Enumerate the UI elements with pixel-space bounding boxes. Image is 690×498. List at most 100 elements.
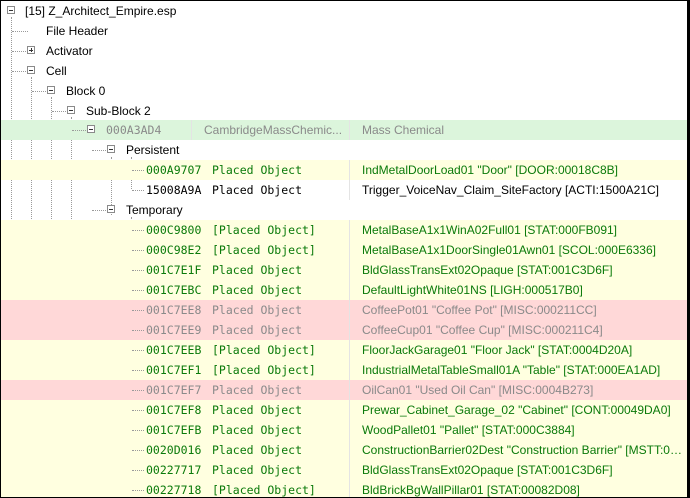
column-separator [349, 280, 350, 300]
tree-row-temporary[interactable]: Temporary [1, 200, 687, 220]
record-row[interactable]: 001C7EEB [Placed Object] FloorJackGarage01… [1, 340, 687, 360]
tree-row-activator[interactable]: Activator [1, 41, 687, 61]
collapse-toggle-icon[interactable] [7, 6, 15, 14]
column-separator [349, 220, 350, 240]
record-formid: 001C7EF8 [146, 403, 202, 417]
record-type: Placed Object [212, 463, 303, 477]
column-separator [349, 440, 350, 460]
tree-branch-line [132, 370, 144, 371]
record-type: [Placed Object] [212, 363, 316, 377]
record-row[interactable]: 001C7EF7 Placed Object OilCan01 "Used Oil … [1, 380, 687, 400]
tree-branch-line [132, 470, 144, 471]
activator-label: Activator [46, 44, 93, 58]
record-type: [Placed Object] [212, 483, 316, 497]
collapse-toggle-icon[interactable] [27, 66, 35, 74]
tree-row-block[interactable]: Block 0 [1, 81, 687, 101]
record-row[interactable]: 000A9707 Placed Object IndMetalDoorLoad01 … [1, 160, 687, 180]
collapse-toggle-icon[interactable] [67, 106, 75, 114]
tree-branch-line [132, 190, 144, 191]
tree-branch-line [52, 111, 66, 112]
tree-row-sub-block[interactable]: Sub-Block 2 [1, 101, 687, 121]
record-type: Placed Object [212, 403, 303, 417]
tree-branch-line [132, 490, 144, 491]
record-formid: 0020D016 [146, 443, 202, 457]
tree-branch-line [92, 150, 106, 151]
record-reference: BldGlassTransExt02Opaque [STAT:001C3D6F] [362, 463, 613, 477]
record-type: Placed Object [212, 263, 303, 277]
tree-branch-line [132, 170, 144, 171]
record-formid: 001C7EF7 [146, 383, 202, 397]
collapse-toggle-icon[interactable] [107, 205, 115, 213]
column-separator [349, 120, 350, 140]
collapse-toggle-icon[interactable] [87, 125, 95, 133]
cell-formid: 000A3AD4 [106, 123, 162, 137]
record-row[interactable]: 001C7EE9 Placed Object CoffeeCup01 "Coffee… [1, 320, 687, 340]
record-row[interactable]: 001C7EE8 Placed Object CoffeePot01 "Coffee… [1, 300, 687, 320]
record-reference: OilCan01 "Used Oil Can" [MISC:0004B273] [362, 383, 594, 397]
column-separator [349, 460, 350, 480]
tree-branch-line [132, 310, 144, 311]
record-type: Placed Object [212, 443, 303, 457]
record-formid: 001C7EBC [146, 283, 202, 297]
record-formid: 001C7EE9 [146, 323, 202, 337]
tree-row-cell-record[interactable]: 000A3AD4 CambridgeMassChemic... Mass Che… [1, 120, 687, 140]
record-reference: CoffeePot01 "Coffee Pot" [MISC:000211CC] [362, 303, 597, 317]
record-row[interactable]: 0020D016 Placed Object ConstructionBarrier… [1, 440, 687, 460]
column-separator [349, 480, 350, 497]
record-type: Placed Object [212, 423, 303, 437]
tree-branch-line [132, 290, 144, 291]
record-row[interactable]: 001C7EF1 [Placed Object] IndustrialMetalTa… [1, 360, 687, 380]
tree-row-persistent[interactable]: Persistent [1, 140, 687, 160]
tree-branch-line [132, 330, 144, 331]
tree-branch-line [92, 210, 106, 211]
column-separator [349, 360, 350, 380]
tree-branch-line [12, 71, 26, 72]
record-row[interactable]: 15008A9A Placed Object Trigger_VoiceNav_Cl… [1, 180, 687, 200]
record-reference: Trigger_VoiceNav_Claim_SiteFactory [ACTI… [362, 183, 660, 197]
collapse-toggle-icon[interactable] [47, 86, 55, 94]
record-row[interactable]: 001C7EFB Placed Object WoodPallet01 "Palle… [1, 420, 687, 440]
record-type: [Placed Object] [212, 243, 316, 257]
record-row[interactable]: 001C7EF8 Placed Object Prewar_Cabinet_Gara… [1, 400, 687, 420]
tree-row-root[interactable]: [15] Z_Architect_Empire.esp [1, 1, 687, 21]
record-tree-view[interactable]: [15] Z_Architect_Empire.esp File Header … [0, 0, 690, 498]
column-separator [349, 240, 350, 260]
record-formid: 00227717 [146, 463, 202, 477]
record-row[interactable]: 00227718 [Placed Object] BldBrickBgWallPil… [1, 480, 687, 497]
column-separator [349, 420, 350, 440]
tree-row-file-header[interactable]: File Header [1, 21, 687, 41]
column-separator [349, 380, 350, 400]
file-header-label: File Header [46, 24, 109, 38]
record-reference: MetalBaseA1x1WinA02Full01 [STAT:000FB091… [362, 223, 618, 237]
record-row[interactable]: 00227717 Placed Object BldGlassTransExt02O… [1, 460, 687, 480]
tree-branch-line [12, 51, 26, 52]
record-reference: IndustrialMetalTableSmall01A "Table" [ST… [362, 363, 661, 377]
record-formid: 15008A9A [146, 183, 202, 197]
expand-toggle-icon[interactable] [27, 46, 35, 54]
tree-branch-line [132, 230, 144, 231]
record-type: Placed Object [212, 183, 303, 197]
persistent-label: Persistent [126, 143, 180, 157]
record-formid: 001C7EE8 [146, 303, 202, 317]
tree-branch-line [132, 430, 144, 431]
temporary-label: Temporary [126, 203, 183, 217]
collapse-toggle-icon[interactable] [107, 145, 115, 153]
record-formid: 001C7EEB [146, 343, 202, 357]
tree-branch-line [132, 250, 144, 251]
tree-branch-line [132, 270, 144, 271]
column-separator [349, 160, 350, 180]
record-type: [Placed Object] [212, 223, 316, 237]
record-formid: 000C98E2 [146, 243, 202, 257]
record-row[interactable]: 000C98E2 [Placed Object] MetalBaseA1x1Door… [1, 240, 687, 260]
cell-editor-id: CambridgeMassChemic... [204, 123, 343, 137]
root-file-label: [15] Z_Architect_Empire.esp [25, 4, 177, 18]
column-separator [349, 300, 350, 320]
record-formid: 00227718 [146, 483, 202, 497]
record-row[interactable]: 001C7EBC Placed Object DefaultLightWhite01… [1, 280, 687, 300]
record-row[interactable]: 001C7E1F Placed Object BldGlassTransExt02O… [1, 260, 687, 280]
record-row[interactable]: 000C9800 [Placed Object] MetalBaseA1x1WinA… [1, 220, 687, 240]
tree-branch-line [132, 410, 144, 411]
tree-row-cell[interactable]: Cell [1, 61, 687, 81]
record-reference: DefaultLightWhite01NS [LIGH:000517B0] [362, 283, 583, 297]
record-type: Placed Object [212, 323, 303, 337]
